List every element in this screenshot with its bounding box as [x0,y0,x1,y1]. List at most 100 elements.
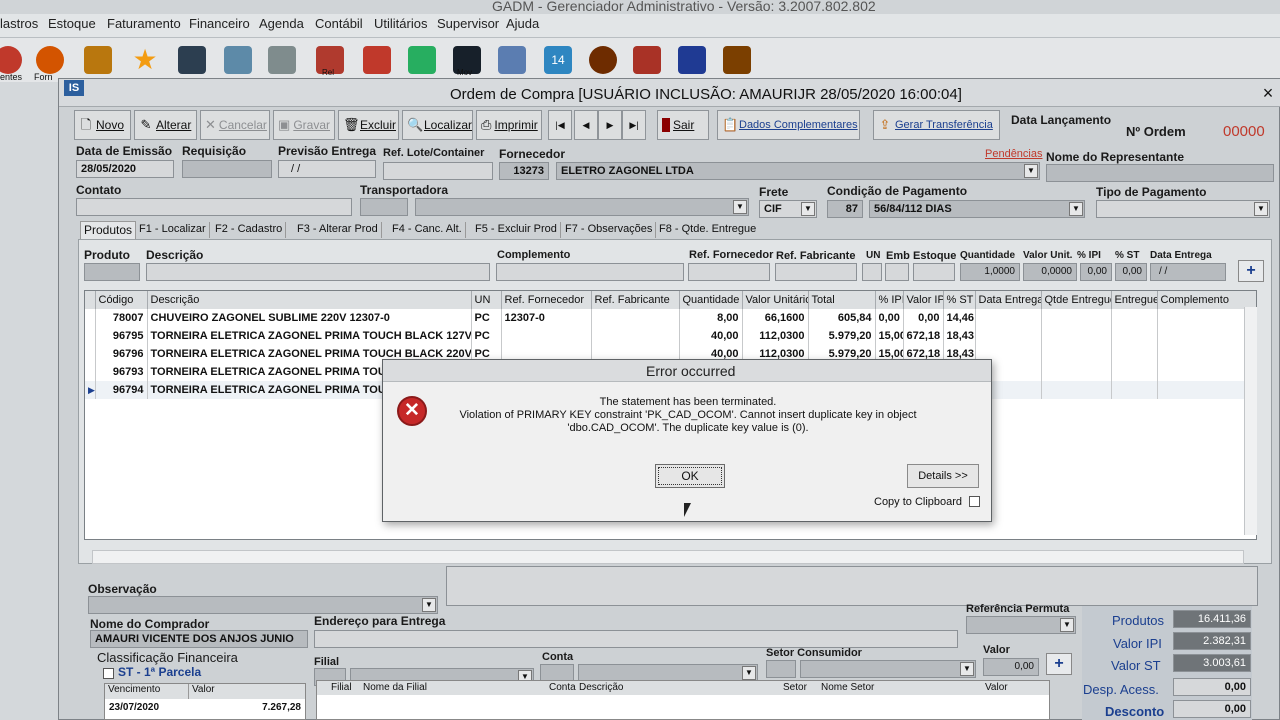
referencia-permuta-select[interactable]: ▼ [966,616,1076,634]
edit-report-icon[interactable] [268,46,296,74]
col-valor-ipi[interactable]: Valor IPI [903,291,944,309]
valor2-field[interactable]: 0,00 [983,658,1039,676]
desconto-total-field[interactable]: 0,00 [1173,700,1251,718]
representante-field[interactable] [1046,164,1274,182]
add-rateio-button[interactable]: + [1046,653,1072,675]
col-st[interactable]: % ST [943,291,976,309]
tab-qtde-entregue[interactable]: F8 - Qtde. Entregue [656,222,759,238]
copy-clipboard-checkbox[interactable] [969,496,980,507]
grid-vscroll[interactable] [1244,307,1257,535]
tipo-pagamento-select[interactable]: ▼ [1096,200,1270,218]
col-total[interactable]: Total [808,291,876,309]
calendar-icon[interactable]: 14 [544,46,572,74]
entry-produto-field[interactable] [84,263,140,281]
localizar-button[interactable]: 🔍 Localizar [402,110,473,140]
endereco-field[interactable] [314,630,958,648]
box-icon[interactable] [84,46,112,74]
menu-ajuda[interactable]: Ajuda [506,16,539,31]
contato-field[interactable] [76,198,352,216]
chevron-down-icon[interactable]: ▼ [742,666,756,680]
suppliers-icon[interactable] [36,46,64,74]
gravar-button[interactable]: ▣ Gravar [273,110,335,140]
details-button[interactable]: Details >> [907,464,979,488]
col-descricao[interactable]: Descrição [147,291,472,309]
observacao-text[interactable] [446,566,1258,606]
exit-door-icon[interactable] [723,46,751,74]
col-entregue[interactable]: Entregue [1111,291,1158,309]
col-codigo[interactable]: Código [95,291,148,309]
fornecedor-name-field[interactable]: ELETRO ZAGONEL LTDA ▼ [556,162,1040,180]
chevron-down-icon[interactable]: ▼ [422,598,436,612]
menu-financeiro[interactable]: Financeiro [189,16,250,31]
sair-button[interactable]: Sair [657,110,709,140]
entry-estoque-field[interactable] [913,263,955,281]
alterar-button[interactable]: ✎ Alterar [134,110,197,140]
observacao-select[interactable]: ▼ [88,596,438,614]
menu-agenda[interactable]: Agenda [259,16,304,31]
pendencias-link[interactable]: Pendências [985,148,1043,160]
entry-emb-field[interactable] [885,263,909,281]
entry-add-button[interactable]: + [1238,260,1264,282]
entry-un-field[interactable] [862,263,882,281]
entry-valor-unit-field[interactable]: 0,0000 [1023,263,1077,281]
menu-estoque[interactable]: Estoque [48,16,96,31]
pdf-icon[interactable] [363,46,391,74]
condicao-desc-field[interactable]: 56/84/112 DIAS ▼ [869,200,1085,218]
menu-contabil[interactable]: Contábil [315,16,363,31]
tools-icon[interactable] [498,46,526,74]
col-ipi[interactable]: % IPI [875,291,904,309]
tab-observacoes[interactable]: F7 - Observações [562,222,657,238]
tab-alterar-prod[interactable]: F3 - Alterar Prod [294,222,382,238]
chevron-down-icon[interactable]: ▼ [1060,618,1074,632]
menu-faturamento[interactable]: Faturamento [107,16,181,31]
nav-last-button[interactable]: ▶| [622,110,646,140]
save-disk-icon[interactable] [678,46,706,74]
entry-descricao-field[interactable] [146,263,490,281]
table-row[interactable]: 96795 TORNEIRA ELETRICA ZAGONEL PRIMA TOU… [85,327,1256,345]
entry-complemento-field[interactable] [496,263,684,281]
col-quantidade[interactable]: Quantidade [679,291,743,309]
search-user-icon[interactable] [633,46,661,74]
imprimir-button[interactable]: ⎙ Imprimir [476,110,542,140]
col-complemento[interactable]: Complemento [1157,291,1256,309]
novo-button[interactable]: 🗋 Novo [74,110,131,140]
cancelar-button[interactable]: ✕ Cancelar [200,110,270,140]
grid-hscroll[interactable] [92,550,1244,564]
excluir-button[interactable]: 🗑 Excluir [338,110,399,140]
previsao-entrega-field[interactable]: / / [278,160,376,178]
window-close-button[interactable]: × [1258,84,1278,103]
setor-select[interactable]: ▼ [800,660,976,678]
chevron-down-icon[interactable]: ▼ [733,200,747,214]
fornecedor-code-field[interactable]: 13273 [499,162,549,180]
tab-cadastro[interactable]: F2 - Cadastro [212,222,287,238]
tab-produtos[interactable]: Produtos [80,221,137,239]
col-qtde-entregue[interactable]: Qtde Entregue [1041,291,1112,309]
col-data-entrega[interactable]: Data Entrega [975,291,1042,309]
gerar-transferencia-button[interactable]: ⇪ Gerar Transferência [873,110,1000,140]
menu-cadastros[interactable]: lastros [0,16,38,31]
entry-ref-fabricante-field[interactable] [775,263,857,281]
menu-utilitarios[interactable]: Utilitários [374,16,427,31]
comprador-field[interactable]: AMAURI VICENTE DOS ANJOS JUNIO [90,630,308,648]
document-icon[interactable] [178,46,206,74]
data-emissao-field[interactable]: 28/05/2020 [76,160,174,178]
printer-icon[interactable] [224,46,252,74]
chevron-down-icon[interactable]: ▼ [1254,202,1268,216]
entry-ipi-field[interactable]: 0,00 [1080,263,1112,281]
entry-st-field[interactable]: 0,00 [1115,263,1147,281]
frete-select[interactable]: CIF ▼ [759,200,817,218]
transportadora-name-field[interactable]: ▼ [415,198,749,216]
nav-prev-button[interactable]: ◀ [574,110,598,140]
tab-excluir-prod[interactable]: F5 - Excluir Prod [472,222,561,238]
col-valor-unitario[interactable]: Valor Unitário [742,291,809,309]
entry-data-entrega-field[interactable]: / / [1150,263,1226,281]
nav-first-button[interactable]: |◀ [548,110,572,140]
lote-field[interactable] [383,162,493,180]
table-row[interactable]: 78007 CHUVEIRO ZAGONEL SUBLIME 220V 12307… [85,309,1256,327]
desp-total-field[interactable]: 0,00 [1173,678,1251,696]
col-ref-fornecedor[interactable]: Ref. Fornecedor [501,291,592,309]
col-ref-fabricante[interactable]: Ref. Fabricante [591,291,680,309]
entry-ref-fornecedor-field[interactable] [688,263,770,281]
tab-canc-alt[interactable]: F4 - Canc. Alt. [389,222,466,238]
users-icon[interactable] [589,46,617,74]
